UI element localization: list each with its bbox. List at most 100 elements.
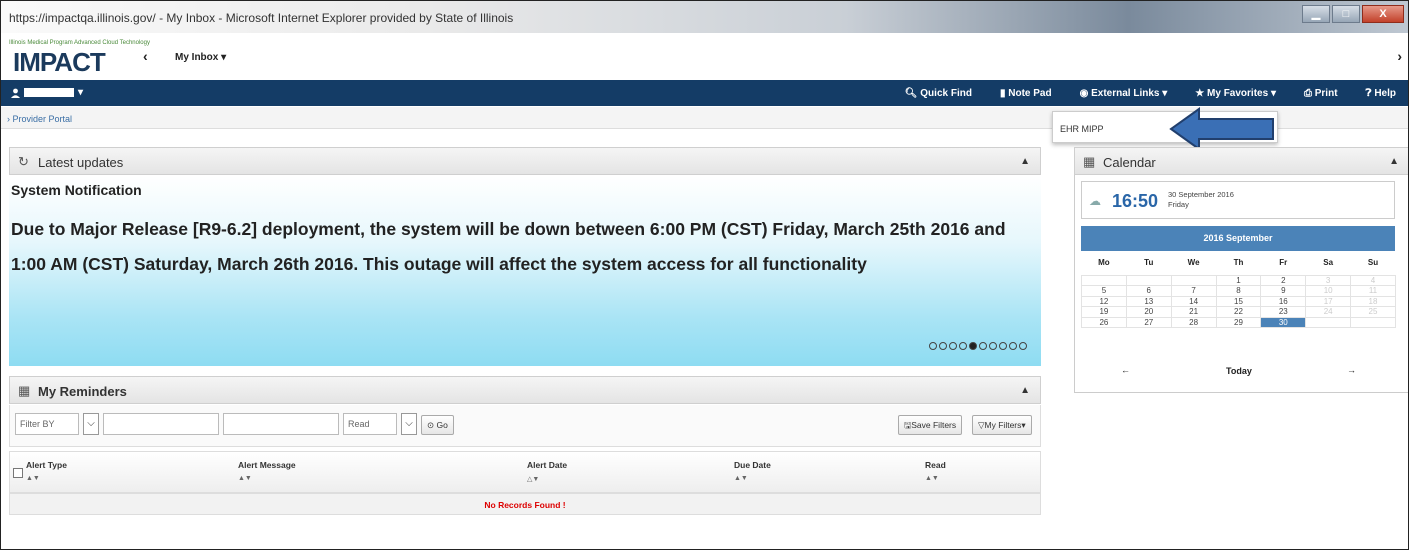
calendar-day[interactable]: 24 [1305, 306, 1352, 318]
latest-updates-title: Latest updates [38, 155, 124, 170]
calendar-day[interactable]: 28 [1170, 316, 1217, 328]
collapse-chevron-icon[interactable]: ▲ [1020, 156, 1030, 167]
close-button[interactable]: X [1362, 5, 1404, 23]
calendar-day[interactable]: 14 [1170, 295, 1217, 307]
calendar-week-row: 26 27 28 29 30 [1081, 316, 1396, 328]
latest-updates-header: ↻ Latest updates ▲ [9, 147, 1041, 175]
minimize-button[interactable]: ▁ [1302, 5, 1330, 23]
sort-icon[interactable]: △▼ [527, 475, 567, 483]
calendar-day[interactable]: 10 [1305, 285, 1352, 297]
star-icon: ★ [1195, 87, 1205, 99]
calendar-day[interactable]: 1 [1215, 274, 1262, 286]
save-filters-button[interactable]: 🖫︎Save Filters [898, 415, 963, 435]
nav-print[interactable]: ⎙ Print [1290, 88, 1352, 99]
carousel-dot[interactable] [969, 342, 977, 350]
calendar-day[interactable]: 26 [1081, 316, 1127, 328]
collapse-chevron-icon[interactable]: ▲ [1020, 385, 1030, 396]
calendar-day[interactable]: 22 [1215, 306, 1262, 318]
top-navbar: ▾ 🔍︎ Quick Find ▮ Note Pad ◉ External Li… [1, 80, 1408, 106]
forward-chevron-icon[interactable]: › [1397, 48, 1402, 64]
nav-help[interactable]: ❓︎ Help [1352, 88, 1408, 99]
back-chevron-icon[interactable]: ‹ [143, 48, 148, 64]
calendar-day [1170, 274, 1217, 286]
calendar-day[interactable]: 8 [1215, 285, 1262, 297]
carousel-indicators [929, 342, 1027, 350]
calendar-day[interactable]: 21 [1170, 306, 1217, 318]
previous-month-arrow-icon[interactable]: ← [1121, 365, 1130, 375]
carousel-dot[interactable] [1019, 342, 1027, 350]
read-status-dropdown-icon[interactable]: ⌵ [401, 413, 417, 435]
calendar-day[interactable]: 29 [1215, 316, 1262, 328]
refresh-icon[interactable]: ↻ [18, 154, 29, 170]
calendar-day[interactable]: 20 [1125, 306, 1172, 318]
column-alert-message[interactable]: Alert Message ▲▼ [238, 460, 296, 482]
sort-icon[interactable]: ▲▼ [26, 475, 67, 482]
read-status-select[interactable]: Read [343, 413, 397, 435]
reminders-table-header: Alert Type ▲▼ Alert Message ▲▼ Alert Date △… [9, 451, 1041, 493]
calendar-day[interactable]: 13 [1125, 295, 1172, 307]
carousel-dot[interactable] [1009, 342, 1017, 350]
calendar-day[interactable]: 23 [1260, 306, 1307, 318]
calendar-day[interactable]: 5 [1081, 285, 1127, 297]
column-due-date[interactable]: Due Date ▲▼ [734, 460, 771, 482]
filter-value-input[interactable] [103, 413, 219, 435]
calendar-day[interactable]: 17 [1305, 295, 1352, 307]
calendar-day[interactable]: 3 [1305, 274, 1352, 286]
carousel-dot[interactable] [989, 342, 997, 350]
nav-note-pad[interactable]: ▮ Note Pad [986, 88, 1066, 99]
calendar-day[interactable]: 30 [1260, 316, 1307, 328]
calendar-day[interactable]: 19 [1081, 306, 1127, 318]
clock-time: 16:50 [1112, 191, 1159, 211]
calendar-day[interactable]: 25 [1350, 306, 1396, 318]
breadcrumb-separator-icon: › [7, 114, 10, 124]
calendar-day[interactable]: 16 [1260, 295, 1307, 307]
carousel-dot[interactable] [999, 342, 1007, 350]
calendar-day[interactable]: 11 [1350, 285, 1396, 297]
calendar-day[interactable]: 2 [1260, 274, 1307, 286]
column-read[interactable]: Read ▲▼ [925, 460, 946, 482]
carousel-dot[interactable] [929, 342, 937, 350]
filter-by-select[interactable]: Filter BY [15, 413, 79, 435]
my-inbox-menu[interactable]: My Inbox ▾ [175, 52, 226, 63]
column-label: Due Date [734, 460, 771, 470]
menu-item-ehr-mipp[interactable]: EHR MIPP [1060, 124, 1104, 134]
sort-icon[interactable]: ▲▼ [238, 475, 296, 482]
sort-icon[interactable]: ▲▼ [925, 475, 946, 482]
go-button[interactable]: ⊙ Go [421, 415, 454, 435]
column-alert-date[interactable]: Alert Date △▼ [527, 460, 567, 483]
select-all-checkbox[interactable] [13, 468, 23, 478]
calendar-day[interactable]: 4 [1350, 274, 1396, 286]
calendar-day[interactable]: 18 [1350, 295, 1396, 307]
user-menu[interactable]: ▾ [11, 87, 83, 98]
my-filters-button[interactable]: ▽My Filters▾ [972, 415, 1032, 435]
calendar-day[interactable]: 12 [1081, 295, 1127, 307]
carousel-dot[interactable] [979, 342, 987, 350]
carousel-dot[interactable] [959, 342, 967, 350]
calendar-day [1125, 274, 1172, 286]
sort-icon[interactable]: ▲▼ [734, 475, 771, 482]
calendar-weekday-row: Mo Tu We Th Fr Sa Su [1082, 251, 1396, 275]
calendar-day[interactable]: 15 [1215, 295, 1262, 307]
calendar-day[interactable]: 27 [1125, 316, 1172, 328]
breadcrumb-provider-portal[interactable]: › Provider Portal [7, 114, 72, 124]
nav-quick-find[interactable]: 🔍︎ Quick Find [891, 88, 986, 99]
window-controls: ▁ □ X [1302, 5, 1404, 23]
filter-value-input-2[interactable] [223, 413, 339, 435]
impact-logo[interactable]: Illinois Medical Program Advanced Cloud … [9, 40, 150, 77]
clock-widget: ☁︎ 16:50 30 September 2016 Friday [1081, 181, 1395, 219]
nav-my-favorites[interactable]: ★ My Favorites ▾ [1181, 88, 1290, 99]
calendar-day[interactable]: 9 [1260, 285, 1307, 297]
carousel-dot[interactable] [939, 342, 947, 350]
filter-by-dropdown-icon[interactable]: ⌵ [83, 413, 99, 435]
calendar-day[interactable]: 6 [1125, 285, 1172, 297]
next-month-arrow-icon[interactable]: → [1347, 365, 1356, 375]
nav-external-links[interactable]: ◉ External Links ▾ [1066, 88, 1182, 99]
column-alert-type[interactable]: Alert Type ▲▼ [26, 460, 67, 482]
carousel-dot[interactable] [949, 342, 957, 350]
calendar-month-title[interactable]: 2016 September [1081, 226, 1395, 251]
browser-window: https://impactqa.illinois.gov/ - My Inbo… [0, 0, 1409, 550]
today-button[interactable]: Today [1226, 366, 1252, 376]
maximize-button[interactable]: □ [1332, 5, 1360, 23]
collapse-chevron-icon[interactable]: ▲ [1389, 156, 1399, 167]
calendar-day[interactable]: 7 [1170, 285, 1217, 297]
